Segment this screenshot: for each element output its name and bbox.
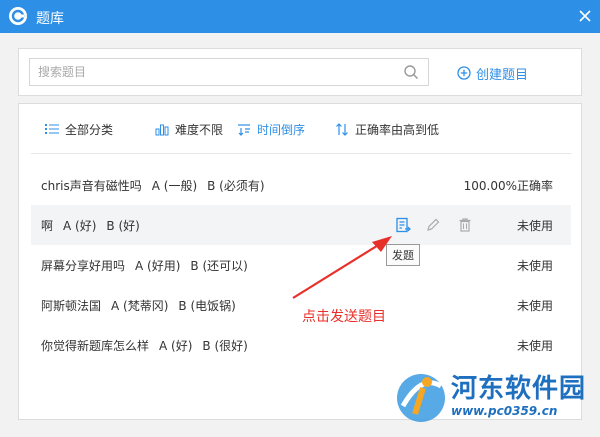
filter-category-label: 全部分类: [65, 122, 114, 137]
question-row[interactable]: chris声音有磁性吗 A (一般) B (必须有) 100.00%正确率: [31, 165, 571, 205]
watermark-url: www.pc0359.cn: [451, 404, 558, 418]
question-title: 阿斯顿法国: [41, 298, 102, 313]
close-icon: [579, 10, 591, 22]
question-status: 未使用: [516, 338, 553, 353]
question-row[interactable]: 屏幕分享好用吗 A (好用) B (还可以) 未使用: [31, 245, 571, 285]
filter-bar: 全部分类 难度不限 时间倒序 正确率由高到低: [31, 104, 571, 154]
search-panel: 创建题目: [18, 48, 582, 96]
create-question-label: 创建题目: [476, 67, 529, 83]
annotation-text: 点击发送题目: [302, 309, 386, 325]
search-icon[interactable]: [403, 64, 419, 80]
chat-logo-icon: [9, 7, 27, 25]
question-status: 未使用: [516, 218, 553, 233]
trash-icon[interactable]: [457, 217, 473, 233]
question-status: 100.00%正确率: [463, 178, 553, 193]
question-option: A (梵蒂冈): [111, 298, 169, 313]
question-title: 屏幕分享好用吗: [41, 258, 126, 273]
filter-difficulty-label: 难度不限: [175, 122, 224, 137]
plus-circle-icon: [457, 66, 471, 80]
search-box: [29, 58, 429, 86]
question-option: B (必须有): [207, 178, 265, 193]
filter-accuracy-label: 正确率由高到低: [355, 122, 440, 137]
sort-time-icon: [238, 123, 250, 136]
question-status: 未使用: [516, 258, 553, 273]
question-title: chris声音有磁性吗: [41, 178, 142, 193]
window-title: 题库: [36, 11, 64, 27]
question-status: 未使用: [516, 298, 553, 313]
question-title: 啊: [41, 218, 54, 233]
create-question-button[interactable]: 创建题目: [457, 63, 528, 83]
question-row[interactable]: 你觉得新题库怎么样 A (好) B (很好) 未使用: [31, 325, 571, 365]
bar-chart-icon: [155, 124, 169, 135]
question-option: A (好): [63, 218, 97, 233]
filter-accuracy[interactable]: 正确率由高到低: [335, 121, 439, 137]
question-row[interactable]: 阿斯顿法国 A (梵蒂冈) B (电饭锅) 未使用: [31, 285, 571, 325]
close-button[interactable]: [576, 7, 594, 25]
question-option: A (一般): [151, 178, 198, 193]
question-option: A (好用): [135, 258, 181, 273]
pencil-icon[interactable]: [425, 217, 441, 233]
send-question-icon[interactable]: [395, 217, 411, 233]
filter-difficulty[interactable]: 难度不限: [155, 121, 223, 137]
watermark-logo-icon: [397, 374, 445, 422]
list-icon: [45, 124, 59, 134]
question-title: 你觉得新题库怎么样: [41, 338, 150, 353]
watermark-name: 河东软件园: [451, 374, 587, 404]
filter-category[interactable]: 全部分类: [45, 121, 113, 137]
sort-arrows-icon: [336, 122, 348, 136]
send-tooltip: 发题: [386, 244, 420, 266]
title-bar: 题库: [0, 0, 600, 33]
watermark: 河东软件园 www.pc0359.cn: [393, 364, 598, 430]
filter-time-order-label: 时间倒序: [257, 122, 306, 137]
question-option: B (很好): [202, 338, 248, 353]
question-option: A (好): [159, 338, 193, 353]
question-option: B (还可以): [190, 258, 248, 273]
question-row[interactable]: 啊 A (好) B (好) 未使用: [31, 205, 571, 245]
row-tools: [395, 217, 475, 233]
question-option: B (好): [106, 218, 140, 233]
search-input[interactable]: [30, 59, 400, 85]
question-option: B (电饭锅): [178, 298, 236, 313]
filter-time-order[interactable]: 时间倒序: [237, 121, 305, 137]
